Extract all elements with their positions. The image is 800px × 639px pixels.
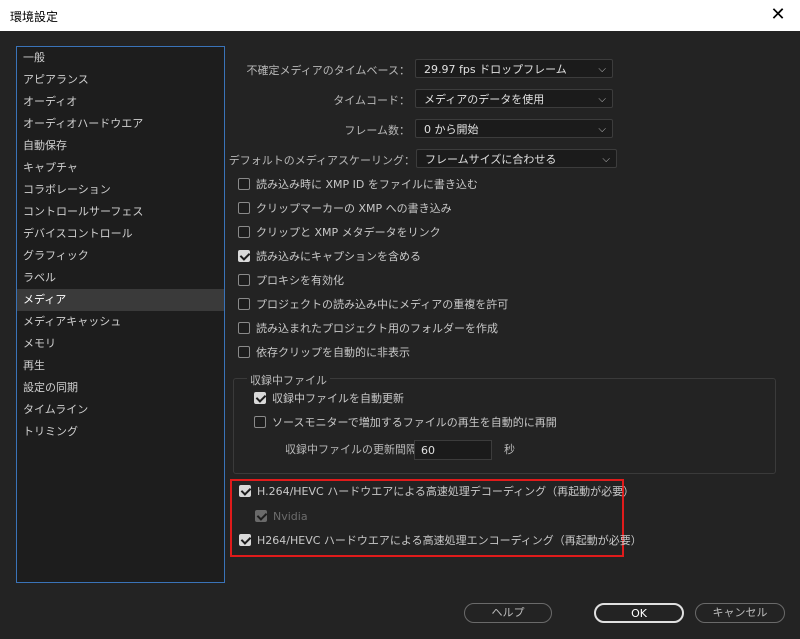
category-item[interactable]: メモリ bbox=[17, 333, 224, 355]
checkbox-label: 読み込まれたプロジェクト用のフォルダーを作成 bbox=[256, 322, 498, 335]
frame-count-select[interactable]: 0 から開始 ⌵ bbox=[415, 119, 613, 138]
checkbox-box[interactable] bbox=[238, 322, 250, 334]
hide-dependent-clips-checkbox[interactable]: 依存クリップを自動的に非表示 bbox=[238, 344, 410, 362]
category-item[interactable]: 設定の同期 bbox=[17, 377, 224, 399]
chevron-down-icon: ⌵ bbox=[602, 154, 610, 165]
scaling-label: デフォルトのメディアスケーリング： bbox=[228, 154, 415, 167]
checkbox-box[interactable] bbox=[254, 392, 266, 404]
timebase-select[interactable]: 29.97 fps ドロップフレーム ⌵ bbox=[415, 59, 613, 78]
group-title: 収録中ファイル bbox=[247, 372, 330, 388]
timecode-select[interactable]: メディアのデータを使用 ⌵ bbox=[415, 89, 613, 108]
allow-duplicate-media-checkbox[interactable]: プロジェクトの読み込み中にメディアの重複を許可 bbox=[238, 296, 508, 314]
checkbox-box[interactable] bbox=[239, 485, 251, 497]
checkbox-label: 収録中ファイルを自動更新 bbox=[272, 392, 404, 405]
checkbox-label: クリップマーカーの XMP への書き込み bbox=[256, 202, 452, 215]
hw-encode-checkbox[interactable]: H264/HEVC ハードウエアによる高速処理エンコーディング（再起動が必要） bbox=[239, 532, 642, 550]
chevron-down-icon: ⌵ bbox=[598, 94, 606, 105]
checkbox-label: ソースモニターで増加するファイルの再生を自動的に再開 bbox=[272, 416, 557, 429]
chevron-down-icon: ⌵ bbox=[598, 64, 606, 75]
checkbox-box bbox=[255, 510, 267, 522]
link-xmp-checkbox[interactable]: クリップと XMP メタデータをリンク bbox=[238, 224, 441, 242]
include-captions-checkbox[interactable]: 読み込みにキャプションを含める bbox=[238, 248, 421, 266]
category-item[interactable]: メディアキャッシュ bbox=[17, 311, 224, 333]
refresh-interval-input[interactable]: 60 bbox=[414, 440, 492, 460]
create-folder-checkbox[interactable]: 読み込まれたプロジェクト用のフォルダーを作成 bbox=[238, 320, 498, 338]
frame-count-label: フレーム数： bbox=[344, 124, 410, 137]
frame-count-value: 0 から開始 bbox=[424, 123, 479, 136]
help-button[interactable]: ヘルプ bbox=[464, 603, 552, 623]
category-item[interactable]: オーディオハードウエア bbox=[17, 113, 224, 135]
refresh-interval-label: 収録中ファイルの更新間隔 bbox=[285, 443, 417, 456]
category-item[interactable]: ラベル bbox=[17, 267, 224, 289]
category-item-media[interactable]: メディア bbox=[17, 289, 224, 311]
cancel-button[interactable]: キャンセル bbox=[695, 603, 785, 623]
timecode-label: タイムコード： bbox=[333, 94, 410, 107]
category-item[interactable]: タイムライン bbox=[17, 399, 224, 421]
timebase-label: 不確定メディアのタイムベース： bbox=[246, 64, 410, 77]
window-title: 環境設定 bbox=[10, 10, 59, 24]
auto-refresh-checkbox[interactable]: 収録中ファイルを自動更新 bbox=[254, 390, 404, 408]
category-item[interactable]: アピアランス bbox=[17, 69, 224, 91]
nvidia-checkbox: Nvidia bbox=[255, 508, 308, 526]
clip-marker-xmp-checkbox[interactable]: クリップマーカーの XMP への書き込み bbox=[238, 200, 452, 218]
checkbox-box[interactable] bbox=[238, 346, 250, 358]
timecode-row: タイムコード： メディアのデータを使用 ⌵ bbox=[230, 89, 620, 110]
category-item[interactable]: デバイスコントロール bbox=[17, 223, 224, 245]
category-item[interactable]: キャプチャ bbox=[17, 157, 224, 179]
scaling-select[interactable]: フレームサイズに合わせる ⌵ bbox=[416, 149, 617, 168]
xmp-id-checkbox[interactable]: 読み込み時に XMP ID をファイルに書き込む bbox=[238, 176, 478, 194]
checkbox-label: 読み込み時に XMP ID をファイルに書き込む bbox=[256, 178, 478, 191]
frame-count-row: フレーム数： 0 から開始 ⌵ bbox=[230, 119, 620, 140]
category-item[interactable]: コントロールサーフェス bbox=[17, 201, 224, 223]
enable-proxy-checkbox[interactable]: プロキシを有効化 bbox=[238, 272, 344, 290]
timebase-row: 不確定メディアのタイムベース： 29.97 fps ドロップフレーム ⌵ bbox=[230, 59, 620, 80]
checkbox-box[interactable] bbox=[254, 416, 266, 428]
category-item[interactable]: 一般 bbox=[17, 47, 224, 69]
checkbox-box[interactable] bbox=[238, 202, 250, 214]
checkbox-label: クリップと XMP メタデータをリンク bbox=[256, 226, 441, 239]
chevron-down-icon: ⌵ bbox=[598, 124, 606, 135]
checkbox-label: 依存クリップを自動的に非表示 bbox=[256, 346, 410, 359]
checkbox-box[interactable] bbox=[238, 178, 250, 190]
timecode-value: メディアのデータを使用 bbox=[424, 93, 545, 106]
checkbox-label: プロキシを有効化 bbox=[256, 274, 344, 287]
timebase-value: 29.97 fps ドロップフレーム bbox=[424, 63, 567, 76]
category-item[interactable]: 自動保存 bbox=[17, 135, 224, 157]
checkbox-label: H264/HEVC ハードウエアによる高速処理エンコーディング（再起動が必要） bbox=[257, 534, 642, 547]
auto-resume-checkbox[interactable]: ソースモニターで増加するファイルの再生を自動的に再開 bbox=[254, 414, 557, 432]
category-item[interactable]: グラフィック bbox=[17, 245, 224, 267]
checkbox-box[interactable] bbox=[238, 298, 250, 310]
scaling-value: フレームサイズに合わせる bbox=[425, 153, 557, 166]
preferences-dialog: 一般 アピアランス オーディオ オーディオハードウエア 自動保存 キャプチャ コ… bbox=[0, 31, 800, 639]
ok-button[interactable]: OK bbox=[594, 603, 684, 623]
checkbox-box[interactable] bbox=[238, 250, 250, 262]
category-list: 一般 アピアランス オーディオ オーディオハードウエア 自動保存 キャプチャ コ… bbox=[16, 46, 225, 583]
scaling-row: デフォルトのメディアスケーリング： フレームサイズに合わせる ⌵ bbox=[228, 149, 620, 170]
checkbox-label: プロジェクトの読み込み中にメディアの重複を許可 bbox=[256, 298, 509, 311]
hw-decode-checkbox[interactable]: H.264/HEVC ハードウエアによる高速処理デコーディング（再起動が必要） bbox=[239, 483, 634, 501]
category-item[interactable]: コラボレーション bbox=[17, 179, 224, 201]
checkbox-box[interactable] bbox=[238, 226, 250, 238]
checkbox-label: Nvidia bbox=[273, 510, 308, 523]
checkbox-box[interactable] bbox=[239, 534, 251, 546]
checkbox-label: H.264/HEVC ハードウエアによる高速処理デコーディング（再起動が必要） bbox=[257, 485, 635, 498]
category-item[interactable]: トリミング bbox=[17, 421, 224, 443]
checkbox-label: 読み込みにキャプションを含める bbox=[256, 250, 421, 263]
title-bar: 環境設定 ✕ bbox=[0, 0, 800, 32]
refresh-interval-unit: 秒 bbox=[504, 443, 515, 456]
category-item[interactable]: 再生 bbox=[17, 355, 224, 377]
close-icon[interactable]: ✕ bbox=[756, 0, 800, 31]
checkbox-box[interactable] bbox=[238, 274, 250, 286]
category-item[interactable]: オーディオ bbox=[17, 91, 224, 113]
